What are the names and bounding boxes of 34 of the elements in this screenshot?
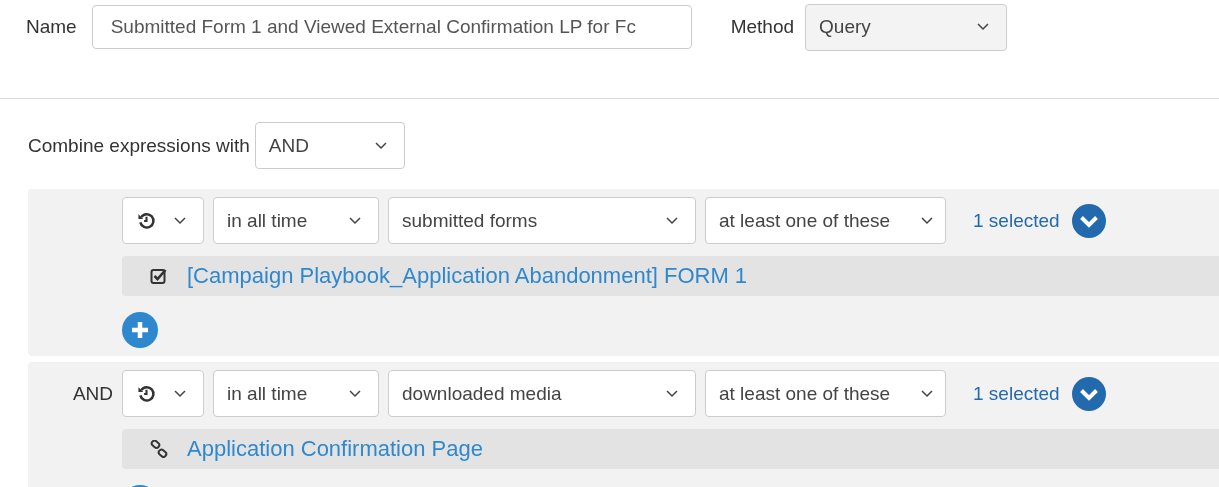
- expand-chevron-icon[interactable]: [1071, 376, 1106, 411]
- action-dropdown[interactable]: downloaded media: [388, 370, 696, 417]
- chevron-down-icon: [666, 216, 678, 225]
- method-dropdown[interactable]: Query: [805, 3, 1008, 51]
- name-input-field[interactable]: Submitted Form 1 and Viewed External Confirmation LP for Fc: [91, 5, 692, 49]
- chevron-down-icon: [349, 389, 361, 398]
- chevron-down-icon: [666, 389, 678, 398]
- qualifier-dropdown[interactable]: at least one of these: [705, 370, 946, 417]
- history-dropdown[interactable]: [122, 197, 204, 244]
- chevron-down-icon: [349, 216, 361, 225]
- chevron-down-icon: [921, 216, 933, 225]
- time-dropdown[interactable]: in all time: [213, 197, 379, 244]
- link-icon: [150, 440, 168, 458]
- chevron-down-icon: [977, 23, 990, 31]
- selected-count-link[interactable]: 1 selected: [973, 209, 1060, 232]
- time-dropdown[interactable]: in all time: [213, 370, 379, 417]
- selected-count-link[interactable]: 1 selected: [973, 382, 1060, 405]
- chevron-down-icon: [374, 141, 387, 150]
- name-label: Name: [26, 16, 77, 38]
- history-icon: [137, 384, 156, 403]
- combine-label: Combine expressions with: [28, 134, 250, 157]
- expand-chevron-icon[interactable]: [1071, 203, 1106, 238]
- history-icon: [137, 211, 156, 230]
- chevron-down-icon: [174, 216, 186, 225]
- combine-dropdown[interactable]: AND: [254, 122, 405, 169]
- history-dropdown[interactable]: [122, 370, 204, 417]
- chevron-down-icon: [921, 389, 933, 398]
- chevron-down-icon: [174, 389, 186, 398]
- action-dropdown[interactable]: submitted forms: [388, 197, 696, 244]
- qualifier-dropdown[interactable]: at least one of these: [705, 197, 946, 244]
- checkbox-checked-icon: [150, 267, 168, 285]
- method-label: Method: [730, 16, 795, 38]
- connector-label: AND: [72, 382, 113, 405]
- add-icon[interactable]: [122, 312, 158, 348]
